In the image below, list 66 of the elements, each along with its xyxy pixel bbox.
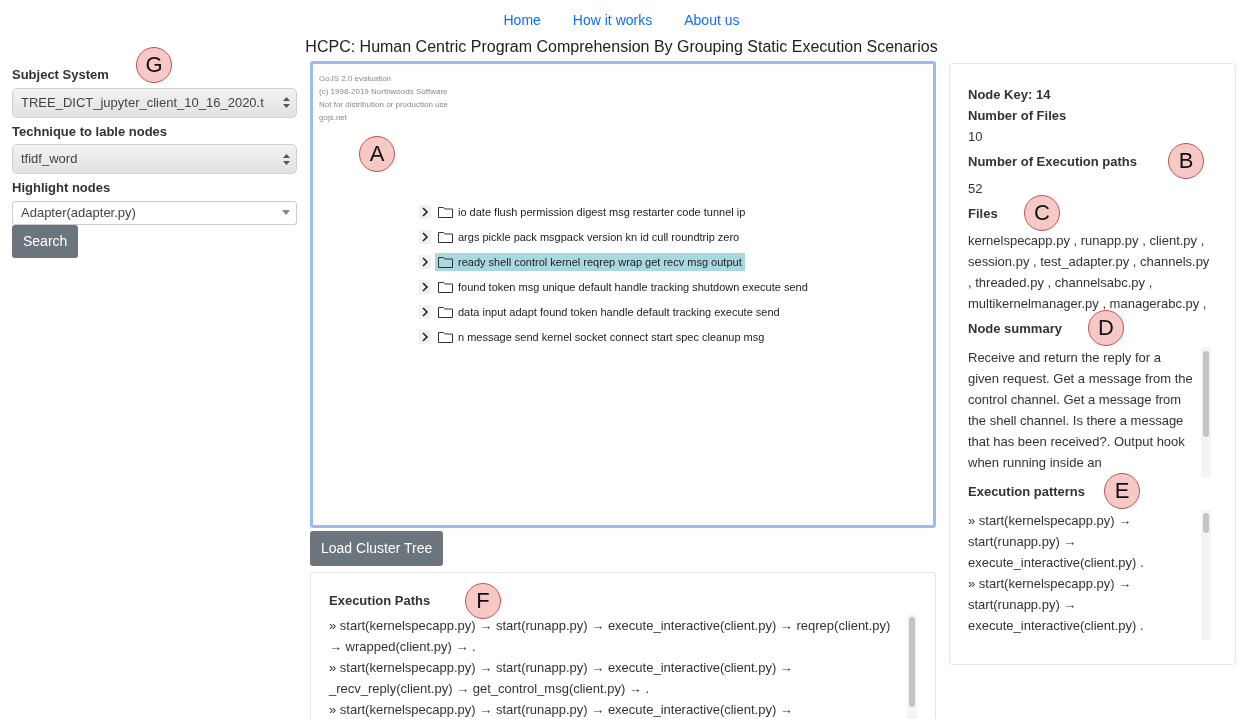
scrollbar-thumb[interactable]	[1203, 513, 1209, 533]
folder-icon	[438, 231, 453, 243]
scrollbar[interactable]	[907, 614, 917, 719]
section-heading: Execution patterns	[968, 483, 1086, 501]
watermark-text: (c) 1998-2019 Northwoods Software	[319, 86, 449, 98]
expand-chevron-icon[interactable]	[419, 205, 431, 219]
dropdown-caret-icon	[282, 210, 290, 215]
tree-node[interactable]: found token msg unique default handle tracking shutdown execute send	[435, 277, 811, 297]
folder-icon	[438, 281, 453, 293]
callout-marker: A	[359, 136, 395, 172]
callout-marker: D	[1088, 310, 1124, 346]
callout-marker: E	[1104, 473, 1140, 509]
section-heading: Node summary	[968, 320, 1062, 338]
scrollbar-thumb[interactable]	[909, 616, 915, 707]
execution-path-text: » start(kernelspecapp.py) → start(runapp.py) → execute_interactive(client.py) → _recv_reply(client.py) → get_control_msg(client.py) → .	[329, 658, 794, 698]
expand-chevron-icon[interactable]	[419, 305, 431, 319]
stat-value: 52	[968, 180, 984, 198]
select-field[interactable]: tfidf_word	[12, 144, 297, 174]
watermark-text: gojs.net	[319, 112, 349, 124]
expand-chevron-icon[interactable]	[419, 230, 431, 244]
callout-marker: C	[1024, 195, 1060, 231]
page-title: HCPC: Human Centric Program Comprehension By Grouping Static Execution Scenarios	[304, 37, 939, 57]
callout-marker: B	[1168, 143, 1204, 179]
load-cluster-tree-button[interactable]: Load Cluster Tree	[310, 531, 444, 566]
scrollbar[interactable]	[1201, 347, 1211, 477]
execution-path-text: » start(kernelspecapp.py) → start(runapp.py) → execute_interactive(client.py) → reqrep(client.py) → wrapped(client.py) → .	[329, 616, 892, 656]
execution-pattern-text: » start(kernelspecapp.py) → start(runapp.py) → execute_interactive(client.py) .	[968, 575, 1145, 635]
section-heading: Files	[968, 205, 998, 223]
nav-link-item[interactable]: How it works	[572, 10, 653, 31]
tree-node[interactable]: data input adapt found token handle default tracking execute send	[435, 302, 783, 322]
tree-node[interactable]: io date flush permission digest msg restarter code tunnel ip	[435, 202, 749, 222]
stat-value: 10	[968, 128, 984, 146]
tree-node[interactable]: n message send kernel socket connect start spec cleanup msg	[435, 327, 768, 347]
node-key-label: Node Key: 14	[968, 86, 1052, 104]
field-label: Subject System	[12, 66, 109, 84]
select-arrows-icon	[283, 153, 290, 165]
expand-chevron-icon[interactable]	[419, 280, 431, 294]
summary-text: Receive and return the reply for a given request. Get a message from the control channel. Get a message from the shell channel. Is there a message that has been received?. Output hook when running inside an	[968, 349, 1193, 472]
dropdown-field[interactable]: Adapter(adapter.py)	[12, 200, 297, 225]
select-arrows-icon	[283, 97, 290, 108]
stat-label: Number of Execution paths	[968, 153, 1138, 171]
field-label: Technique to lable nodes	[12, 122, 168, 141]
scrollbar[interactable]	[1201, 510, 1211, 640]
callout-marker: F	[465, 583, 501, 619]
callout-marker: G	[136, 47, 172, 83]
section-heading: Execution Paths	[329, 592, 431, 610]
tree-node[interactable]: ready shell control kernel reqrep wrap get recv msg output	[435, 252, 745, 272]
tree-node[interactable]: args pickle pack msgpack version kn id cull roundtrip zero	[435, 227, 743, 247]
folder-icon	[438, 256, 453, 268]
execution-pattern-text: » start(kernelspecapp.py) → start(runapp.py) → execute_interactive(client.py) .	[968, 512, 1145, 572]
watermark-text: Not for distribution or production use	[319, 99, 449, 111]
stat-label: Number of Files	[968, 107, 1067, 125]
scrollbar-thumb[interactable]	[1203, 351, 1209, 437]
nav-link-item[interactable]: About us	[684, 10, 740, 31]
execution-path-text: » start(kernelspecapp.py) → start(runapp.py) → execute_interactive(client.py) →	[329, 700, 794, 719]
select-field[interactable]: TREE_DICT_jupyter_client_10_16_2020.t	[12, 87, 297, 118]
folder-icon	[438, 331, 453, 343]
nav-link-item[interactable]: Home	[503, 10, 541, 31]
folder-icon	[438, 206, 453, 218]
search-button[interactable]: Search	[12, 224, 79, 258]
watermark-text: GoJS 2.0 evaluation	[319, 73, 393, 85]
folder-icon	[438, 306, 453, 318]
field-label: Highlight nodes	[12, 179, 111, 197]
expand-chevron-icon[interactable]	[419, 330, 431, 344]
expand-chevron-icon[interactable]	[419, 255, 431, 269]
file-list-text: kernelspecapp.py , runapp.py , client.py , session.py , test_adapter.py , channels.py , threaded.py , channelsabc.py , multikernelmanager.py , managerabc.py ,	[968, 232, 1211, 313]
